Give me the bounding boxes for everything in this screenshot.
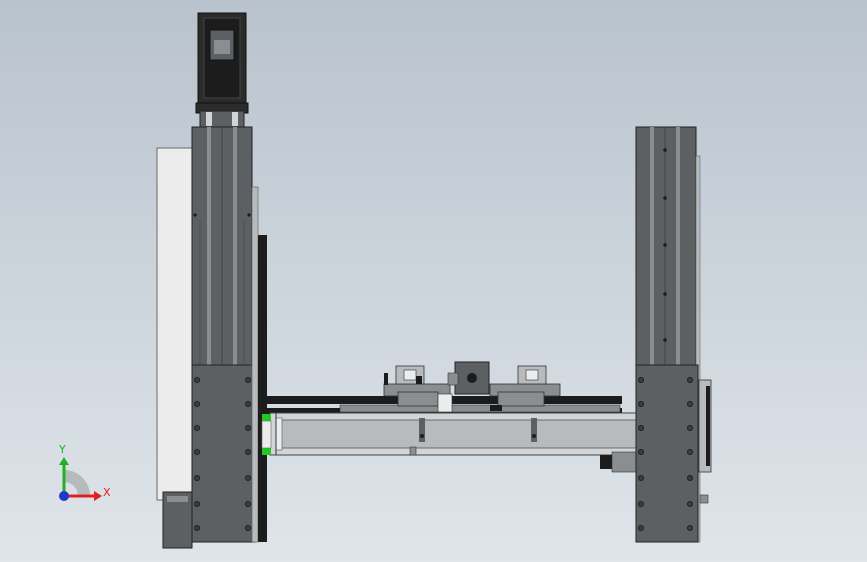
triad-z-origin: [59, 491, 69, 501]
left-cover-panel: [156, 147, 194, 501]
bolt: [687, 376, 694, 383]
bolt: [193, 474, 200, 481]
bolt: [244, 376, 251, 383]
triad-y-arrow-head: [59, 457, 69, 465]
bolt: [687, 525, 694, 532]
left-servo-motor: [195, 12, 249, 128]
bolt: [193, 525, 200, 532]
bolt: [638, 500, 645, 507]
rail-fastener: [663, 148, 667, 152]
bolt: [638, 400, 645, 407]
bolt: [244, 424, 251, 431]
left-belt-cover: [258, 235, 267, 542]
gantry-assembly-drawing: [0, 0, 867, 562]
left-column-rail-1: [207, 127, 211, 367]
bolt: [638, 525, 645, 532]
bolt: [244, 448, 251, 455]
bolt: [193, 424, 200, 431]
bolt: [638, 376, 645, 383]
bolt: [687, 400, 694, 407]
triad-x-arrow-head: [94, 491, 102, 501]
left-side-strip: [251, 186, 259, 543]
bolt: [244, 500, 251, 507]
bolt: [687, 448, 694, 455]
left-column-rail-2: [233, 127, 237, 367]
bolt: [244, 525, 251, 532]
bolt: [244, 400, 251, 407]
bolt: [193, 376, 200, 383]
triad-x-label: X: [103, 486, 111, 499]
rail-fastener: [663, 243, 667, 247]
bolt: [244, 474, 251, 481]
rail-fastener: [663, 292, 667, 296]
right-vertical-axis: [635, 126, 712, 543]
bolt: [687, 424, 694, 431]
triad-y-label: Y: [59, 443, 66, 456]
bolt: [193, 400, 200, 407]
bolt: [638, 448, 645, 455]
beam-end-cap-upper: [262, 414, 271, 421]
bolt: [193, 500, 200, 507]
bolt: [638, 474, 645, 481]
bolt: [687, 474, 694, 481]
beam-end-cap-lower: [262, 448, 271, 455]
rail-fastener: [663, 196, 667, 200]
axis-triad[interactable]: [48, 440, 108, 510]
bolt: [193, 448, 200, 455]
bolt: [687, 500, 694, 507]
viewport-background: [0, 0, 867, 562]
rail-fastener: [663, 338, 667, 342]
cad-viewport[interactable]: X Y: [0, 0, 867, 562]
bolt: [638, 424, 645, 431]
